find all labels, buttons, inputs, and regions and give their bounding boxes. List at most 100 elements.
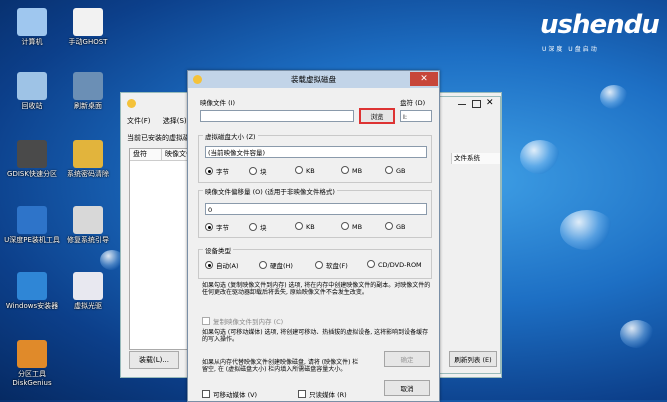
radio-label: MB [352, 223, 363, 231]
checkbox-icon [298, 390, 306, 398]
desktop-icon[interactable]: 修复系统引导 [60, 206, 116, 245]
removable-media-note: 如果勾选 (可移动媒体) 选项, 将创建可移动、热插拔的虚拟设备, 这将影响到设… [202, 329, 429, 343]
copy-to-memory-label: 复制映像文件到内存 (C) [213, 318, 284, 326]
radio-label: GB [396, 167, 406, 175]
image-file-label: 映像文件 (I) [200, 99, 236, 107]
offset-group: 映像文件偏移量 (O) (适用于非映像文件格式) 0 字节 块 KB MB GB [198, 186, 432, 238]
desktop-icon[interactable]: 计算机 [4, 8, 60, 47]
window-controls: ✕ [456, 98, 496, 109]
radio-option[interactable]: GB [385, 222, 406, 231]
dialog-title: 装载虚拟磁盘 [188, 71, 439, 88]
diskgenius-icon [17, 340, 47, 368]
desktop-icon[interactable]: 分区工具DiskGenius [4, 340, 60, 388]
drive-letter-label-text: 盘符 (D) [400, 99, 426, 107]
cancel-button[interactable]: 取消 [384, 380, 430, 396]
desktop-icon-label: 回收站 [21, 102, 43, 110]
radio-option[interactable]: MB [341, 222, 362, 231]
readonly-media-label: 只读媒体 (R) [309, 391, 347, 399]
desktop-icon[interactable]: 回收站 [4, 72, 60, 111]
radio-icon [341, 166, 349, 174]
desktop-icon-label: 系统密码清除 [67, 170, 109, 178]
radio-icon [205, 223, 213, 231]
water-drop [560, 210, 614, 250]
radio-icon [385, 222, 393, 230]
column-drive[interactable]: 盘符 [130, 149, 162, 161]
close-button[interactable]: ✕ [410, 72, 438, 86]
menu-select[interactable]: 选择(S) [163, 117, 187, 125]
desktop-icon[interactable]: 刷新桌面 [60, 72, 116, 111]
radio-label: 块 [260, 168, 267, 176]
repair-boot-icon [73, 206, 103, 234]
radio-icon [385, 166, 393, 174]
radio-icon [295, 222, 303, 230]
radio-icon [205, 167, 213, 175]
logo-subtext: U深度 U盘启动 [542, 46, 599, 53]
radio-option[interactable]: GB [385, 166, 406, 175]
radio-option[interactable]: 块 [249, 222, 267, 232]
desktop-icon-label: 虚拟光驱 [74, 302, 102, 310]
radio-label: 字节 [216, 168, 229, 176]
disk-size-group: 虚拟磁盘大小 (Z) (当前映像文件容量) 字节 块 KB MB GB [198, 131, 432, 183]
minimize-icon[interactable] [458, 104, 466, 105]
virtual-drive-icon [73, 272, 103, 300]
readonly-media-checkbox[interactable]: 只读媒体 (R) [298, 389, 347, 399]
radio-option[interactable]: 硬盘(H) [259, 260, 293, 270]
desktop-icon-label: GDISK快速分区 [7, 170, 57, 178]
drive-letter-field[interactable]: I: [400, 110, 432, 122]
desktop-icon-label: U深度PE装机工具 [4, 236, 60, 244]
radio-option[interactable]: KB [295, 222, 315, 231]
radio-option[interactable]: MB [341, 166, 362, 175]
desktop-icon[interactable]: 手动GHOST [60, 8, 116, 47]
radio-icon [205, 261, 213, 269]
radio-option[interactable]: 字节 [205, 222, 229, 232]
refresh-list-button[interactable]: 刷新列表 (E) [449, 351, 497, 367]
menu-file[interactable]: 文件(F) [127, 117, 151, 125]
desktop-icon-label: 修复系统引导 [67, 236, 109, 244]
desktop-icon[interactable]: 虚拟光驱 [60, 272, 116, 311]
maximize-icon[interactable] [472, 100, 481, 108]
radio-option[interactable]: KB [295, 166, 315, 175]
desktop-icon[interactable]: U深度PE装机工具 [4, 206, 60, 245]
gdisk-icon [17, 140, 47, 168]
radio-option[interactable]: CD/DVD-ROM [367, 260, 422, 269]
radio-label: KB [306, 223, 315, 231]
checkbox-icon [202, 390, 210, 398]
radio-option[interactable]: 自动(A) [205, 260, 239, 270]
desktop-icon-label: Windows安装器 [5, 302, 59, 310]
close-icon[interactable]: ✕ [486, 98, 494, 108]
load-button[interactable]: 装载(L)... [129, 351, 179, 369]
radio-icon [341, 222, 349, 230]
desktop-icon[interactable]: GDISK快速分区 [4, 140, 60, 179]
browse-button[interactable]: 浏览 [359, 108, 395, 124]
radio-icon [315, 261, 323, 269]
memory-disk-note: 如果从内存代替映像文件创建映像磁盘, 请将 (映像文件) 栏留空, 在 (虚拟磁… [202, 359, 359, 373]
radio-icon [295, 166, 303, 174]
radio-icon [367, 260, 375, 268]
app-icon [127, 99, 136, 108]
radio-icon [249, 167, 257, 175]
device-type-group: 设备类型 自动(A) 硬盘(H) 软盘(F) CD/DVD-ROM [198, 245, 432, 279]
disk-size-input[interactable]: (当前映像文件容量) [205, 146, 427, 158]
column-filesystem-right: 文件系统 [451, 153, 500, 164]
desktop-icon[interactable]: 系统密码清除 [60, 140, 116, 179]
water-drop [520, 140, 560, 174]
mount-virtual-disk-dialog: 装载虚拟磁盘 ✕ 映像文件 (I) 浏览 盘符 (D) I: 虚拟磁盘大小 (Z… [187, 70, 440, 402]
pe-install-icon [17, 206, 47, 234]
radio-option[interactable]: 软盘(F) [315, 260, 348, 270]
radio-option[interactable]: 块 [249, 166, 267, 176]
desktop-icon-label: 计算机 [21, 38, 43, 46]
removable-media-checkbox[interactable]: 可移动媒体 (V) [202, 389, 257, 399]
desktop-icon[interactable]: Windows安装器 [4, 272, 60, 311]
image-file-input[interactable] [200, 110, 354, 122]
water-drop [600, 85, 628, 109]
imdisk-icon [193, 75, 202, 84]
copy-to-memory-checkbox[interactable]: 复制映像文件到内存 (C) [202, 316, 283, 326]
offset-input[interactable]: 0 [205, 203, 427, 215]
radio-label: 自动(A) [216, 262, 239, 270]
radio-option[interactable]: 字节 [205, 166, 229, 176]
ok-button[interactable]: 确定 [384, 351, 430, 367]
copy-to-memory-note: 如果勾选 (复制映像文件到内存) 选项, 将在内存中创建映像文件的副本。对映像文… [202, 282, 431, 296]
checkbox-icon [202, 317, 210, 325]
computer-icon [17, 8, 47, 36]
device-type-group-title: 设备类型 [203, 245, 233, 255]
